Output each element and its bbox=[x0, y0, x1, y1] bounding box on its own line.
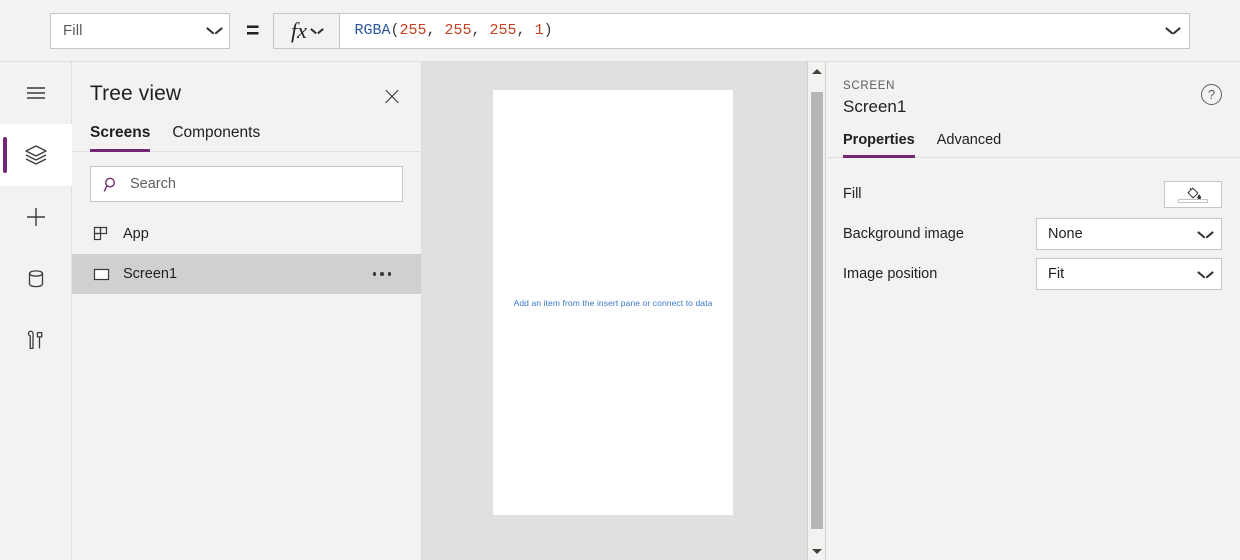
fill-color-button[interactable] bbox=[1164, 180, 1222, 208]
properties-body: Fill Background image None Image positio… bbox=[827, 158, 1240, 294]
search-input[interactable]: Search bbox=[90, 166, 403, 202]
search-icon bbox=[103, 177, 116, 192]
properties-titles: SCREEN Screen1 bbox=[843, 80, 1201, 117]
property-label: Background image bbox=[843, 226, 964, 242]
formula-expand-chevron-down-icon[interactable] bbox=[1166, 26, 1179, 35]
tab-components[interactable]: Components bbox=[172, 124, 260, 151]
tree-view-list: App Screen1 bbox=[72, 214, 421, 294]
rail-item-data[interactable] bbox=[0, 248, 72, 310]
formula-sep-2: , bbox=[471, 22, 490, 39]
power-apps-studio: Fill = fx RGBA(255, 255, 255, 1) Tree vi… bbox=[0, 0, 1240, 560]
properties-kicker: SCREEN bbox=[843, 80, 896, 92]
chevron-down-icon bbox=[1198, 270, 1212, 279]
fx-button[interactable]: fx bbox=[273, 12, 340, 49]
layers-icon bbox=[25, 145, 47, 165]
property-row-image-position: Image position Fit bbox=[843, 254, 1222, 294]
chevron-down-icon bbox=[312, 27, 323, 35]
dropdown-value: Fit bbox=[1048, 266, 1065, 282]
app-grid-icon bbox=[93, 226, 108, 240]
chevron-down-icon bbox=[207, 26, 221, 35]
tree-item-screen1[interactable]: Screen1 bbox=[72, 254, 421, 294]
tree-view-header: Tree view bbox=[72, 62, 421, 108]
screen-canvas[interactable]: Add an item from the insert pane or conn… bbox=[493, 90, 733, 515]
screen-rect-icon bbox=[93, 268, 110, 280]
equals-sign: = bbox=[246, 17, 260, 43]
scroll-up-arrow-icon[interactable] bbox=[808, 62, 826, 80]
formula-bar: Fill = fx RGBA(255, 255, 255, 1) bbox=[0, 0, 1240, 62]
rail-item-insert[interactable] bbox=[0, 186, 72, 248]
property-label: Fill bbox=[843, 186, 862, 202]
rail-item-advanced[interactable] bbox=[0, 310, 72, 372]
tree-item-label: App bbox=[123, 226, 149, 242]
tools-icon bbox=[27, 330, 43, 350]
tree-view-tabs: Screens Components bbox=[72, 108, 421, 152]
fx-icon: fx bbox=[290, 17, 307, 43]
tree-item-app[interactable]: App bbox=[72, 214, 421, 254]
canvas-area: Add an item from the insert pane or conn… bbox=[422, 62, 826, 560]
help-glyph: ? bbox=[1207, 87, 1216, 102]
property-select[interactable]: Fill bbox=[50, 12, 230, 49]
background-image-dropdown[interactable]: None bbox=[1036, 218, 1222, 250]
properties-panel: SCREEN Screen1 ? Properties Advanced Fil… bbox=[827, 62, 1240, 560]
formula-input[interactable]: RGBA(255, 255, 255, 1) bbox=[339, 12, 1190, 49]
ellipsis-icon[interactable] bbox=[372, 272, 408, 276]
rail-item-tree-view[interactable] bbox=[0, 124, 72, 186]
property-row-fill: Fill bbox=[843, 174, 1222, 214]
properties-header: SCREEN Screen1 ? bbox=[827, 62, 1240, 117]
formula-arg-b: 255 bbox=[489, 22, 517, 39]
close-icon[interactable] bbox=[381, 86, 403, 108]
property-row-background-image: Background image None bbox=[843, 214, 1222, 254]
formula-close-paren: ) bbox=[543, 22, 553, 39]
search-placeholder: Search bbox=[130, 176, 176, 192]
formula-sep-3: , bbox=[516, 22, 535, 39]
image-position-dropdown[interactable]: Fit bbox=[1036, 258, 1222, 290]
hamburger-menu-icon bbox=[27, 87, 45, 99]
formula-sep-1: , bbox=[426, 22, 445, 39]
dropdown-value: None bbox=[1048, 226, 1083, 242]
fill-color-swatch bbox=[1178, 198, 1208, 203]
formula-expression: RGBA(255, 255, 255, 1) bbox=[354, 22, 1166, 39]
property-select-value: Fill bbox=[63, 22, 83, 39]
help-circle-icon[interactable]: ? bbox=[1201, 84, 1222, 105]
formula-arg-a: 1 bbox=[534, 22, 544, 39]
plus-icon bbox=[27, 208, 45, 226]
formula-arg-g: 255 bbox=[444, 22, 472, 39]
database-icon bbox=[28, 270, 44, 288]
tab-advanced[interactable]: Advanced bbox=[937, 132, 1002, 157]
tree-view-search-wrap: Search bbox=[72, 152, 421, 202]
property-label: Image position bbox=[843, 266, 938, 282]
tree-item-label: Screen1 bbox=[123, 266, 178, 282]
scroll-down-arrow-icon[interactable] bbox=[808, 542, 826, 560]
canvas-scrollbar[interactable] bbox=[807, 62, 825, 560]
tab-properties[interactable]: Properties bbox=[843, 132, 915, 158]
tree-view-title: Tree view bbox=[90, 82, 182, 105]
chevron-down-icon bbox=[1198, 230, 1212, 239]
properties-tabs: Properties Advanced bbox=[827, 117, 1240, 158]
selected-indicator bbox=[3, 137, 7, 173]
tab-screens[interactable]: Screens bbox=[90, 124, 151, 152]
formula-arg-r: 255 bbox=[399, 22, 427, 39]
canvas-empty-hint: Add an item from the insert pane or conn… bbox=[513, 298, 713, 308]
tree-view-panel: Tree view Screens Components Search App … bbox=[72, 62, 422, 560]
properties-control-name: Screen1 bbox=[843, 97, 907, 116]
formula-function: RGBA bbox=[354, 22, 391, 39]
rail-item-menu[interactable] bbox=[0, 62, 72, 124]
left-rail bbox=[0, 62, 72, 560]
scrollbar-thumb[interactable] bbox=[811, 92, 823, 529]
